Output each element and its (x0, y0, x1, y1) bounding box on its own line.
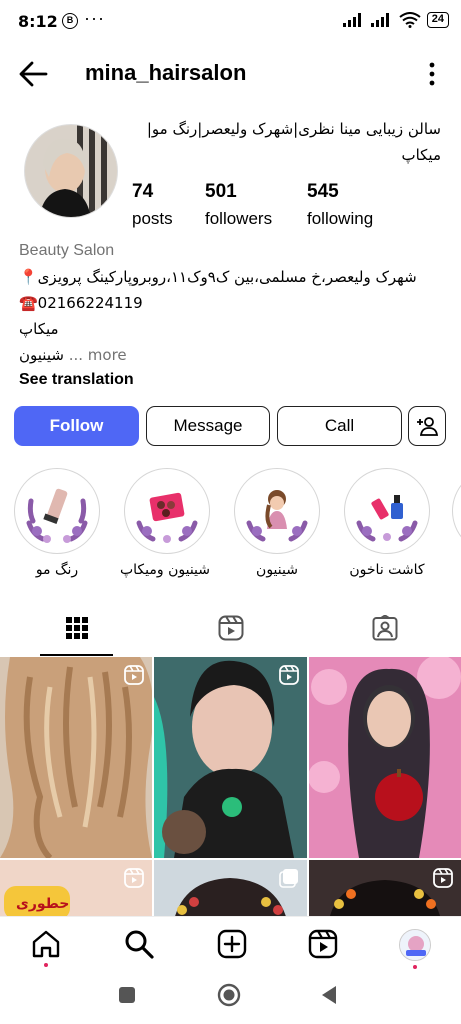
suggested-users-button[interactable] (408, 406, 446, 446)
highlight-partial[interactable] (452, 468, 461, 554)
multi-post-icon (279, 869, 298, 888)
add-user-icon (417, 417, 438, 436)
highlight-chignon[interactable]: شینیون (234, 468, 320, 578)
message-button[interactable]: Message (146, 406, 270, 446)
call-button[interactable]: Call (277, 406, 402, 446)
profile-bio: شهرک ولیعصر،خ مسلمی،بین ک۹وک۱۱،روبروپارک… (19, 264, 449, 368)
follow-button[interactable]: Follow (14, 406, 139, 446)
following-stat[interactable]: 545 following (307, 181, 373, 229)
active-tab-indicator (40, 654, 113, 656)
highlight-label: رنگ مو (35, 562, 79, 578)
reels-nav-icon[interactable] (308, 929, 338, 959)
tab-reels[interactable] (154, 600, 307, 656)
status-bar: 8:12 B ··· 24 (0, 0, 461, 42)
reels-icon (218, 615, 243, 641)
home-icon[interactable] (31, 929, 61, 959)
post-tile-label: حطوری (16, 896, 70, 912)
see-translation-link[interactable]: See translation (19, 371, 134, 389)
profile-tabs (0, 600, 461, 656)
signal-icon (342, 13, 361, 27)
post-tile[interactable]: حطوری (0, 860, 152, 920)
highlight-nail[interactable]: کاشت ناخون (344, 468, 430, 578)
profile-header: mina_hairsalon (0, 52, 461, 96)
search-icon[interactable] (124, 929, 154, 959)
post-tile[interactable] (154, 860, 307, 920)
post-tile[interactable] (309, 860, 461, 920)
recents-icon[interactable] (118, 986, 136, 1004)
followers-label: followers (205, 209, 273, 228)
battery-icon: 24 (426, 12, 449, 28)
bio-more-link[interactable]: ... more (69, 346, 127, 364)
tab-tagged[interactable] (308, 600, 461, 656)
bio-line-chignon: شینیون (19, 346, 64, 364)
create-post-icon[interactable] (217, 929, 247, 959)
more-options-icon[interactable] (429, 62, 435, 86)
reel-indicator-icon (279, 665, 299, 685)
posts-label: posts (132, 209, 173, 228)
tab-posts[interactable] (0, 600, 153, 656)
highlight-label: شینیون (256, 562, 298, 578)
profile-avatar[interactable] (24, 124, 118, 218)
posts-stat[interactable]: 74 posts (132, 181, 173, 229)
profile-avatar-nav[interactable] (399, 929, 431, 961)
signal-icon-2 (370, 13, 389, 27)
following-label: following (307, 209, 374, 228)
profile-bio-name: سالن زیبایی مینا نظری|شهرک ولیعصر|رنگ مو… (146, 120, 441, 164)
back-arrow-icon[interactable] (18, 60, 48, 88)
wifi-icon (399, 12, 421, 28)
reel-indicator-icon (433, 868, 453, 888)
b-notification-icon: B (62, 13, 78, 29)
home-button-icon[interactable] (217, 983, 241, 1007)
reel-indicator-icon (124, 665, 144, 685)
highlight-label: کاشت ناخون (349, 562, 425, 578)
woman-illustration-icon (246, 481, 308, 542)
more-notifications-icon: ··· (84, 8, 105, 28)
followers-count: 501 (205, 181, 237, 202)
status-time: 8:12 (18, 12, 58, 31)
post-thumbnail (0, 657, 152, 858)
home-notification-dot (44, 963, 48, 967)
reel-indicator-icon (124, 868, 144, 888)
bio-address: شهرک ولیعصر،خ مسلمی،بین ک۹وک۱۱،روبروپارک… (19, 268, 417, 286)
back-button-icon[interactable] (320, 985, 338, 1005)
status-right-icons: 24 (342, 12, 449, 28)
nail-polish-icon (356, 481, 418, 542)
system-navigation (0, 972, 461, 1024)
hair-dye-icon (26, 481, 88, 543)
post-tile[interactable] (154, 657, 307, 858)
posts-count: 74 (132, 181, 154, 202)
bio-phone[interactable]: ☎️02166224119 (19, 290, 449, 316)
post-tile[interactable] (0, 657, 152, 858)
makeup-palette-icon (136, 481, 198, 543)
profile-notification-dot (413, 965, 417, 969)
post-thumbnail (154, 657, 307, 858)
bio-line-makeup: میکاپ (19, 320, 59, 338)
profile-username: mina_hairsalon (85, 60, 247, 85)
tagged-icon (372, 615, 397, 641)
following-count: 545 (307, 181, 339, 202)
highlight-label: شینیون ومیکاپ (119, 562, 210, 578)
bottom-navigation (0, 916, 461, 972)
highlight-hair-color[interactable]: رنگ مو (14, 468, 100, 578)
followers-stat[interactable]: 501 followers (205, 181, 272, 229)
user-avatar-icon (400, 930, 430, 960)
post-thumbnail (309, 657, 461, 858)
highlight-chignon-makeup[interactable]: شینیون ومیکاپ (119, 468, 210, 578)
post-tile[interactable] (309, 657, 461, 858)
profile-category: Beauty Salon (19, 242, 115, 259)
avatar-photo (25, 125, 117, 217)
grid-icon (65, 617, 88, 639)
